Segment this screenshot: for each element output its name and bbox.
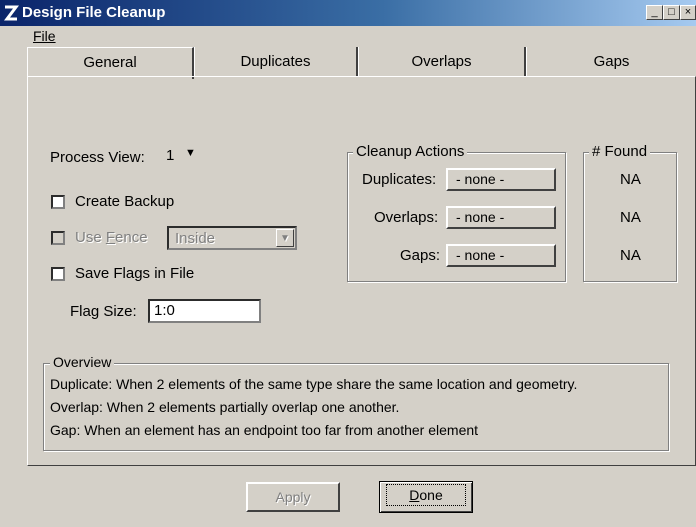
- gaps-action-label: Gaps:: [400, 247, 441, 264]
- flag-size-input[interactable]: 1:0: [148, 299, 261, 323]
- gaps-action-value: - none -: [456, 247, 505, 263]
- overlaps-action-button[interactable]: - none -: [446, 206, 556, 229]
- tab-duplicates[interactable]: Duplicates: [194, 47, 358, 77]
- gaps-found-count: NA: [620, 247, 641, 264]
- use-fence-label-key: F: [105, 229, 116, 246]
- overlaps-action-value: - none -: [456, 209, 505, 225]
- duplicates-action-label: Duplicates:: [362, 171, 437, 188]
- title-bar[interactable]: Design File Cleanup _ □ ×: [0, 0, 696, 26]
- tab-overlaps[interactable]: Overlaps: [358, 47, 526, 77]
- fence-mode-value: Inside: [175, 230, 216, 247]
- use-fence-label: Use Fence: [75, 229, 148, 246]
- overview-label: Overview: [50, 354, 115, 370]
- use-fence-checkbox[interactable]: [51, 231, 65, 245]
- process-view-value: 1: [166, 147, 175, 164]
- use-fence-label-post: ence: [115, 229, 148, 246]
- flag-size-label: Flag Size:: [70, 303, 137, 320]
- save-flags-checkbox[interactable]: [51, 267, 65, 281]
- done-button[interactable]: Done: [379, 481, 473, 513]
- process-view-select[interactable]: 1 ▼: [160, 144, 202, 168]
- overlaps-action-label: Overlaps:: [374, 209, 439, 226]
- general-panel: Process View: 1 ▼ Create Backup Use Fenc…: [27, 76, 696, 466]
- tab-general-label: General: [83, 54, 137, 71]
- done-button-rest: one: [419, 487, 443, 503]
- create-backup-checkbox[interactable]: [51, 195, 65, 209]
- maximize-button[interactable]: □: [663, 5, 680, 20]
- duplicates-action-button[interactable]: - none -: [446, 168, 556, 191]
- flag-size-value: 1:0: [154, 302, 175, 319]
- menu-bar: File: [0, 26, 696, 46]
- tab-general[interactable]: General: [27, 47, 194, 79]
- window-title: Design File Cleanup: [22, 4, 166, 21]
- menu-file[interactable]: File: [33, 28, 56, 44]
- close-button[interactable]: ×: [680, 5, 696, 20]
- save-flags-label: Save Flags in File: [75, 265, 195, 282]
- minimize-button[interactable]: _: [646, 5, 663, 20]
- found-label: # Found: [589, 143, 651, 160]
- overview-duplicate-text: Duplicate: When 2 elements of the same t…: [50, 376, 578, 392]
- overview-gap-text: Gap: When an element has an endpoint too…: [50, 422, 479, 438]
- duplicates-found-count: NA: [620, 171, 641, 188]
- done-button-label: Done: [386, 484, 466, 506]
- fence-mode-select[interactable]: Inside ▼: [167, 226, 297, 250]
- process-view-label: Process View:: [50, 149, 145, 166]
- duplicates-action-value: - none -: [456, 171, 505, 187]
- done-button-key: D: [409, 487, 420, 503]
- apply-button-label: Apply: [275, 489, 311, 505]
- overview-overlap-text: Overlap: When 2 elements partially overl…: [50, 399, 400, 415]
- gaps-action-button[interactable]: - none -: [446, 244, 556, 267]
- overlaps-found-count: NA: [620, 209, 641, 226]
- tab-duplicates-label: Duplicates: [240, 53, 311, 70]
- chevron-down-icon: ▼: [185, 147, 196, 159]
- chevron-down-icon: ▼: [276, 229, 294, 247]
- use-fence-label-pre: Use: [75, 229, 106, 246]
- app-icon: [4, 5, 19, 21]
- tab-gaps-label: Gaps: [593, 53, 630, 70]
- cleanup-actions-label: Cleanup Actions: [353, 143, 468, 160]
- create-backup-label: Create Backup: [75, 193, 175, 210]
- apply-button[interactable]: Apply: [246, 482, 340, 512]
- tab-gaps[interactable]: Gaps: [526, 47, 696, 77]
- tab-strip: General Duplicates Overlaps Gaps: [27, 47, 696, 79]
- tab-overlaps-label: Overlaps: [411, 53, 472, 70]
